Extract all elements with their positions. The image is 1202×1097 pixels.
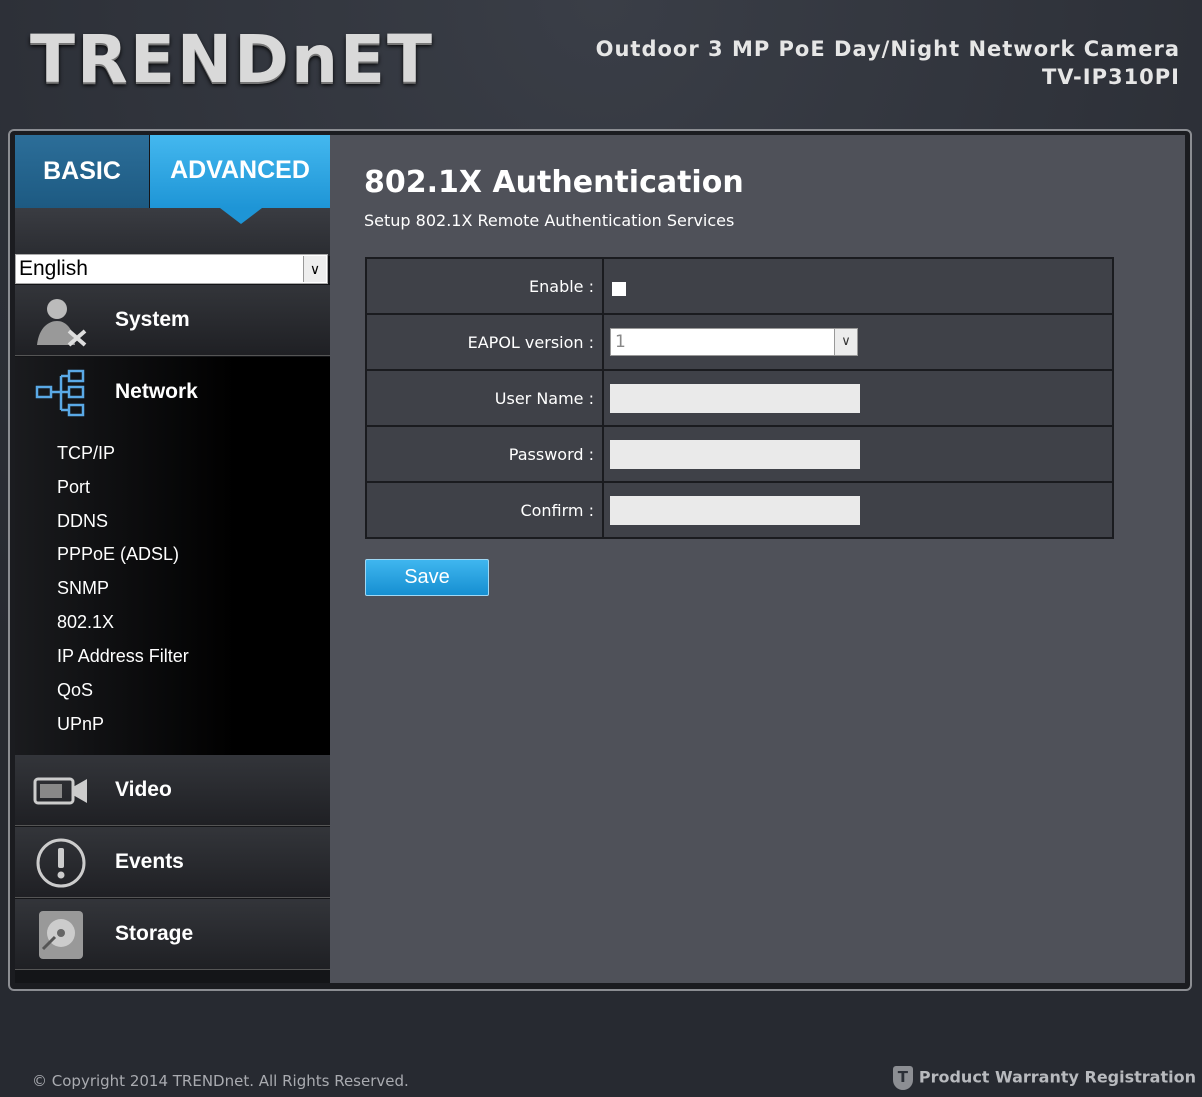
sidebar: BASIC ADVANCED English ∨ System Network … — [15, 135, 344, 983]
page-title: 802.1X Authentication — [364, 165, 744, 200]
warranty-label: Product Warranty Registration — [918, 1067, 1196, 1087]
subitem-tcpip[interactable]: TCP/IP — [57, 443, 115, 464]
sidebar-item-label: Storage — [115, 922, 194, 945]
mode-tabs: BASIC ADVANCED — [15, 135, 330, 208]
confirm-password-field[interactable] — [610, 495, 860, 525]
form-row-username: User Name : — [365, 369, 1114, 427]
password-label: Password : — [365, 425, 604, 483]
save-button[interactable]: Save — [365, 559, 489, 596]
subitem-snmp[interactable]: SNMP — [57, 578, 109, 599]
warranty-link[interactable]: T Product Warranty Registration — [892, 1066, 1196, 1090]
password-field[interactable] — [610, 439, 860, 469]
form-row-confirm: Confirm : — [365, 481, 1114, 539]
username-label: User Name : — [365, 369, 604, 427]
main-content: 802.1X Authentication Setup 802.1X Remot… — [330, 135, 1185, 983]
active-tab-pointer — [220, 208, 262, 224]
enable-checkbox[interactable] — [612, 281, 626, 296]
chevron-down-icon[interactable]: ∨ — [303, 256, 326, 282]
form-row-enable: Enable : — [365, 257, 1114, 315]
sidebar-item-network[interactable]: Network — [115, 357, 198, 427]
chevron-down-icon[interactable]: ∨ — [834, 329, 857, 355]
network-tree-icon — [35, 369, 85, 417]
enable-label: Enable : — [365, 257, 604, 315]
eapol-version-value: 1 — [615, 332, 626, 352]
alert-icon — [36, 838, 86, 888]
confirm-label: Confirm : — [365, 481, 604, 539]
product-info: Outdoor 3 MP PoE Day/Night Network Camer… — [596, 36, 1180, 92]
trendnet-logo: TRENDnET — [30, 21, 435, 98]
language-select[interactable]: English ∨ — [15, 254, 328, 284]
form-row-eapol: EAPOL version : 1 ∨ — [365, 313, 1114, 371]
product-name: Outdoor 3 MP PoE Day/Night Network Camer… — [595, 37, 1180, 61]
subitem-8021x[interactable]: 802.1X — [57, 612, 114, 633]
language-value: English — [19, 257, 88, 280]
warranty-shield-icon: T — [892, 1066, 913, 1090]
page-subtitle: Setup 802.1X Remote Authentication Servi… — [364, 211, 735, 230]
form-row-password: Password : — [365, 425, 1114, 483]
eapol-version-select[interactable]: 1 ∨ — [610, 328, 858, 356]
tab-basic[interactable]: BASIC — [15, 135, 149, 208]
subitem-pppoe[interactable]: PPPoE (ADSL) — [57, 544, 179, 565]
auth-form: Enable : EAPOL version : 1 ∨ User Name :… — [365, 257, 1114, 539]
tab-band — [15, 208, 330, 256]
sidebar-item-label: Events — [115, 850, 184, 873]
product-model: TV-IP310PI — [1041, 65, 1180, 89]
user-tools-icon — [37, 299, 87, 347]
subitem-ip-filter[interactable]: IP Address Filter — [57, 646, 189, 667]
tab-advanced[interactable]: ADVANCED — [150, 135, 330, 208]
sidebar-item-video[interactable]: Video — [15, 755, 330, 826]
video-camera-icon — [33, 777, 87, 805]
eapol-label: EAPOL version : — [365, 313, 604, 371]
subitem-qos[interactable]: QoS — [57, 680, 93, 701]
sidebar-item-storage[interactable]: Storage — [15, 899, 330, 970]
sidebar-item-system[interactable]: System — [15, 285, 330, 356]
sidebar-item-label: System — [115, 308, 190, 331]
username-field[interactable] — [610, 383, 860, 413]
copyright-text: © Copyright 2014 TRENDnet. All Rights Re… — [32, 1072, 409, 1090]
sidebar-section-network: Network TCP/IP Port DDNS PPPoE (ADSL) SN… — [15, 357, 344, 755]
sidebar-item-events[interactable]: Events — [15, 827, 330, 898]
storage-disk-icon — [39, 911, 83, 959]
subitem-port[interactable]: Port — [57, 477, 90, 498]
sidebar-item-label: Video — [115, 778, 172, 801]
subitem-upnp[interactable]: UPnP — [57, 714, 104, 735]
subitem-ddns[interactable]: DDNS — [57, 511, 108, 532]
